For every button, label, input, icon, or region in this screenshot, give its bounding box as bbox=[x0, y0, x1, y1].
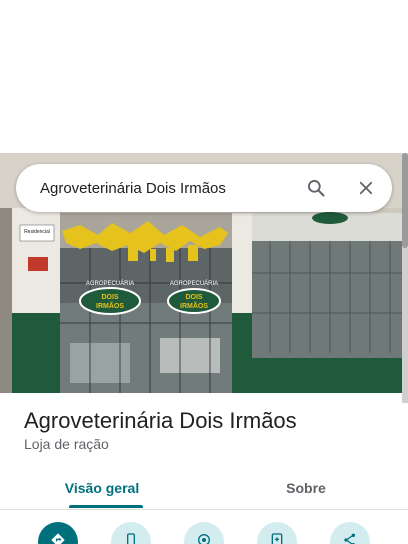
scrollbar-thumb[interactable] bbox=[402, 153, 408, 248]
sign-text-right-mid: DOIS bbox=[185, 294, 202, 301]
tab-about[interactable]: Sobre bbox=[204, 466, 408, 510]
directions-icon bbox=[51, 533, 65, 544]
sign-text-left-top: AGROPECUÁRIA bbox=[86, 280, 134, 287]
place-title: Agroveterinária Dois Irmãos bbox=[24, 408, 297, 433]
sign-text-right-bottom: IRMÃOS bbox=[180, 301, 208, 310]
place-category[interactable]: Loja de ração bbox=[24, 436, 109, 452]
search-button[interactable] bbox=[298, 170, 334, 206]
directions-button[interactable] bbox=[38, 522, 78, 544]
action-buttons-row bbox=[0, 522, 408, 544]
search-icon bbox=[308, 180, 325, 197]
close-icon bbox=[359, 181, 373, 195]
clear-search-button[interactable] bbox=[348, 170, 384, 206]
search-input[interactable]: Agroveterinária Dois Irmãos bbox=[40, 180, 298, 197]
active-tab-indicator bbox=[69, 505, 143, 508]
share-icon bbox=[344, 533, 355, 544]
sign-text-left-mid: DOIS bbox=[101, 294, 118, 301]
top-blank-area bbox=[0, 0, 408, 153]
save-icon bbox=[271, 533, 283, 544]
sign-text-left-bottom: IRMÃOS bbox=[96, 301, 124, 310]
side-sign-text: Residencial bbox=[24, 229, 50, 235]
sign-text-right-top: AGROPECUÁRIA bbox=[170, 280, 218, 287]
tab-overview[interactable]: Visão geral bbox=[0, 466, 204, 510]
location-icon bbox=[198, 534, 210, 544]
phone-icon bbox=[127, 533, 135, 544]
share-button[interactable] bbox=[330, 522, 370, 544]
call-button[interactable] bbox=[111, 522, 151, 544]
tab-bar: Visão geral Sobre bbox=[0, 466, 408, 510]
save-button[interactable] bbox=[257, 522, 297, 544]
search-bar[interactable]: Agroveterinária Dois Irmãos bbox=[16, 164, 392, 212]
location-button[interactable] bbox=[184, 522, 224, 544]
